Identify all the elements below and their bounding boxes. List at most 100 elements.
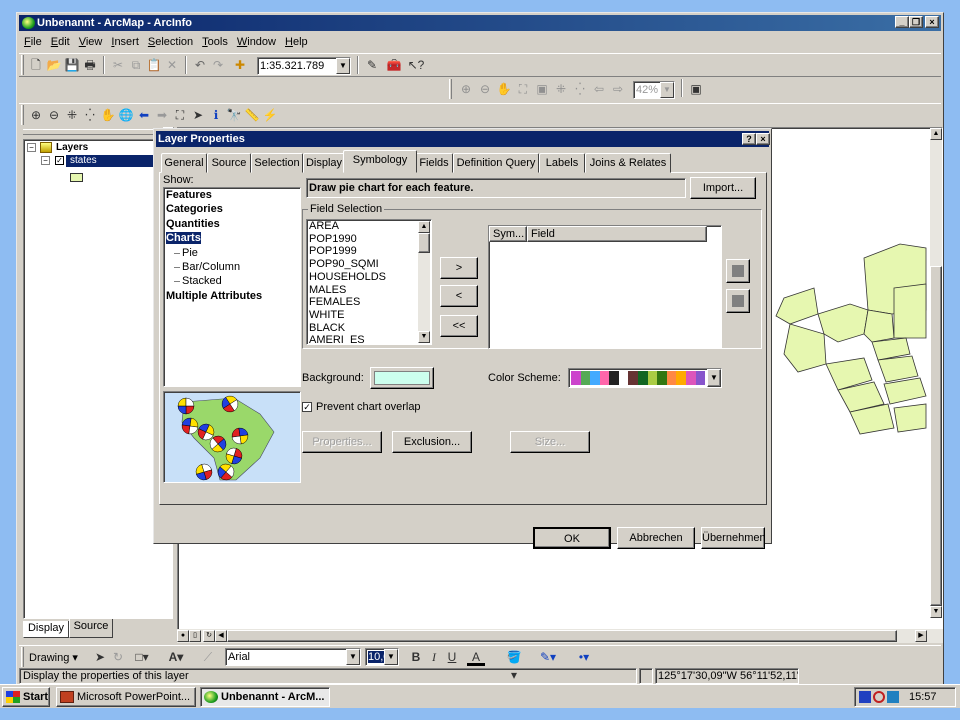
zoom-out-fixed-icon[interactable]: ⊖	[476, 80, 494, 98]
edit-vertices-icon[interactable]: ⟋	[199, 648, 217, 666]
fixed-zoom-in-page-icon[interactable]: ⁜	[552, 80, 570, 98]
field-item[interactable]: FEMALES	[307, 296, 431, 309]
move-down-button[interactable]	[726, 289, 750, 313]
menu-item[interactable]: Help	[280, 33, 312, 49]
network-icon[interactable]	[859, 691, 871, 703]
hscroll-thumb[interactable]	[227, 630, 897, 642]
tab-display[interactable]: Display	[303, 153, 345, 173]
print-icon[interactable]: 🖶	[81, 56, 99, 74]
line-color-icon[interactable]: ✎▾	[539, 648, 557, 666]
remove-all-button[interactable]: <<	[440, 315, 478, 337]
toolbar-grip[interactable]	[449, 79, 452, 99]
fixed-zoom-out-page-icon[interactable]: ⁛	[571, 80, 589, 98]
tab-source[interactable]: Source	[69, 619, 113, 638]
collapse-icon[interactable]: −	[41, 156, 50, 165]
field-item[interactable]: AMERI_ES	[307, 334, 431, 344]
field-item[interactable]: HOUSEHOLDS	[307, 271, 431, 284]
toolbar-grip[interactable]	[21, 647, 24, 667]
rectangle-icon[interactable]: □▾	[133, 648, 151, 666]
state-shape[interactable]	[893, 283, 927, 339]
scale-combo[interactable]: 1:35.321.789 ▼	[257, 57, 351, 75]
show-tree-item[interactable]: Features	[164, 188, 300, 202]
move-up-button[interactable]	[726, 259, 750, 283]
bold-icon[interactable]: B	[407, 648, 425, 666]
tab-symbology[interactable]: Symbology	[343, 150, 417, 173]
menu-item[interactable]: Tools	[197, 33, 232, 49]
exclusion-button[interactable]: Exclusion...	[392, 431, 472, 453]
refresh-icon[interactable]: ↻	[203, 630, 215, 642]
menu-item[interactable]: View	[74, 33, 107, 49]
drawing-menu[interactable]: Drawing ▾	[29, 651, 78, 664]
start-button[interactable]: Start	[2, 687, 50, 707]
layer-symbol[interactable]	[70, 173, 83, 182]
add-data-icon[interactable]: ✚	[231, 56, 249, 74]
properties-button[interactable]: Properties...	[302, 431, 382, 453]
remove-field-button[interactable]: <	[440, 285, 478, 307]
show-tree-item[interactable]: Pie	[164, 245, 300, 261]
menu-item[interactable]: Window	[232, 33, 280, 49]
tab-fields[interactable]: Fields	[415, 153, 453, 173]
rotate-icon[interactable]: ↻	[109, 648, 127, 666]
marker-color-icon[interactable]: •▾	[575, 648, 593, 666]
field-list[interactable]: AREA POP1990 POP1999 POP90_SQMI HOUSEHOLDS MA…	[306, 219, 432, 345]
scroll-down-icon[interactable]: ▼	[418, 331, 430, 343]
field-item[interactable]: POP1999	[307, 245, 431, 258]
tab-joins-relates[interactable]: Joins & Relates	[585, 153, 671, 173]
zoom-in-icon[interactable]: ⊕	[27, 106, 45, 124]
chevron-down-icon[interactable]: ▼	[660, 82, 674, 98]
arctoolbox-icon[interactable]: 🧰	[385, 56, 403, 74]
scroll-right-icon[interactable]: ▶	[915, 630, 927, 642]
editor-toolbar-icon[interactable]: ✎	[363, 56, 381, 74]
column-sym[interactable]: Sym...	[489, 226, 527, 242]
change-layout-icon[interactable]: ▣	[687, 80, 705, 98]
back-icon[interactable]: ⬅	[135, 106, 153, 124]
state-shape[interactable]	[783, 323, 827, 373]
measure-icon[interactable]: 📏	[243, 106, 261, 124]
scroll-left-icon[interactable]: ◀	[215, 630, 227, 642]
underline-icon[interactable]: U	[443, 648, 461, 666]
collapse-icon[interactable]: −	[27, 143, 36, 152]
field-item[interactable]: MALES	[307, 284, 431, 297]
italic-icon[interactable]: I	[425, 648, 443, 666]
tab-display[interactable]: Display	[23, 621, 69, 638]
layer-visibility-checkbox[interactable]: ✓	[55, 156, 64, 165]
go-back-extent-icon[interactable]: ⇦	[590, 80, 608, 98]
vertical-scrollbar[interactable]: ▲ ▼	[930, 128, 942, 618]
field-item[interactable]: BLACK	[307, 322, 431, 335]
scroll-thumb[interactable]	[930, 266, 942, 606]
state-shape[interactable]	[775, 287, 819, 325]
tab-labels[interactable]: Labels	[539, 153, 585, 173]
show-tree-item[interactable]: Stacked	[164, 274, 300, 289]
chevron-down-icon[interactable]: ▼	[346, 649, 360, 665]
undo-icon[interactable]: ↶	[191, 56, 209, 74]
apply-button[interactable]: Übernehmen	[701, 527, 766, 549]
column-field[interactable]: Field	[527, 226, 707, 242]
color-scheme-combo[interactable]: ▼	[568, 368, 722, 388]
background-color-button[interactable]	[370, 367, 434, 389]
toolbar-grip[interactable]	[21, 55, 24, 75]
layout-view-icon[interactable]: ▯	[189, 630, 201, 642]
search-icon[interactable]	[873, 691, 885, 703]
new-icon[interactable]: 🗋	[27, 56, 45, 74]
toolbar-grip[interactable]	[21, 105, 24, 125]
font-size-combo[interactable]: 10,0 ▼	[365, 648, 399, 666]
field-item[interactable]: AREA	[307, 220, 431, 233]
full-extent-icon[interactable]: 🌐	[117, 106, 135, 124]
delete-icon[interactable]: ✕	[163, 56, 181, 74]
pan-page-icon[interactable]: ✋	[495, 80, 513, 98]
scroll-up-icon[interactable]: ▲	[418, 221, 430, 233]
close-button[interactable]: ×	[925, 16, 939, 28]
menu-item[interactable]: File	[19, 33, 46, 49]
state-shape[interactable]	[877, 355, 919, 383]
paste-icon[interactable]: 📋	[145, 56, 163, 74]
size-button[interactable]: Size...	[510, 431, 590, 453]
fixed-zoom-in-icon[interactable]: ⁜	[63, 106, 81, 124]
task-arcmap[interactable]: Unbenannt - ArcM...	[200, 687, 330, 707]
horizontal-scrollbar[interactable]: ● ▯ ↻ ◀ ▶	[177, 629, 943, 643]
cancel-button[interactable]: Abbrechen	[617, 527, 695, 549]
save-icon[interactable]: 💾	[63, 56, 81, 74]
zoom-whole-page-icon[interactable]: ⛶	[514, 80, 532, 98]
scroll-up-icon[interactable]: ▲	[930, 128, 942, 140]
open-icon[interactable]: 📂	[45, 56, 63, 74]
tab-general[interactable]: General	[161, 153, 207, 173]
